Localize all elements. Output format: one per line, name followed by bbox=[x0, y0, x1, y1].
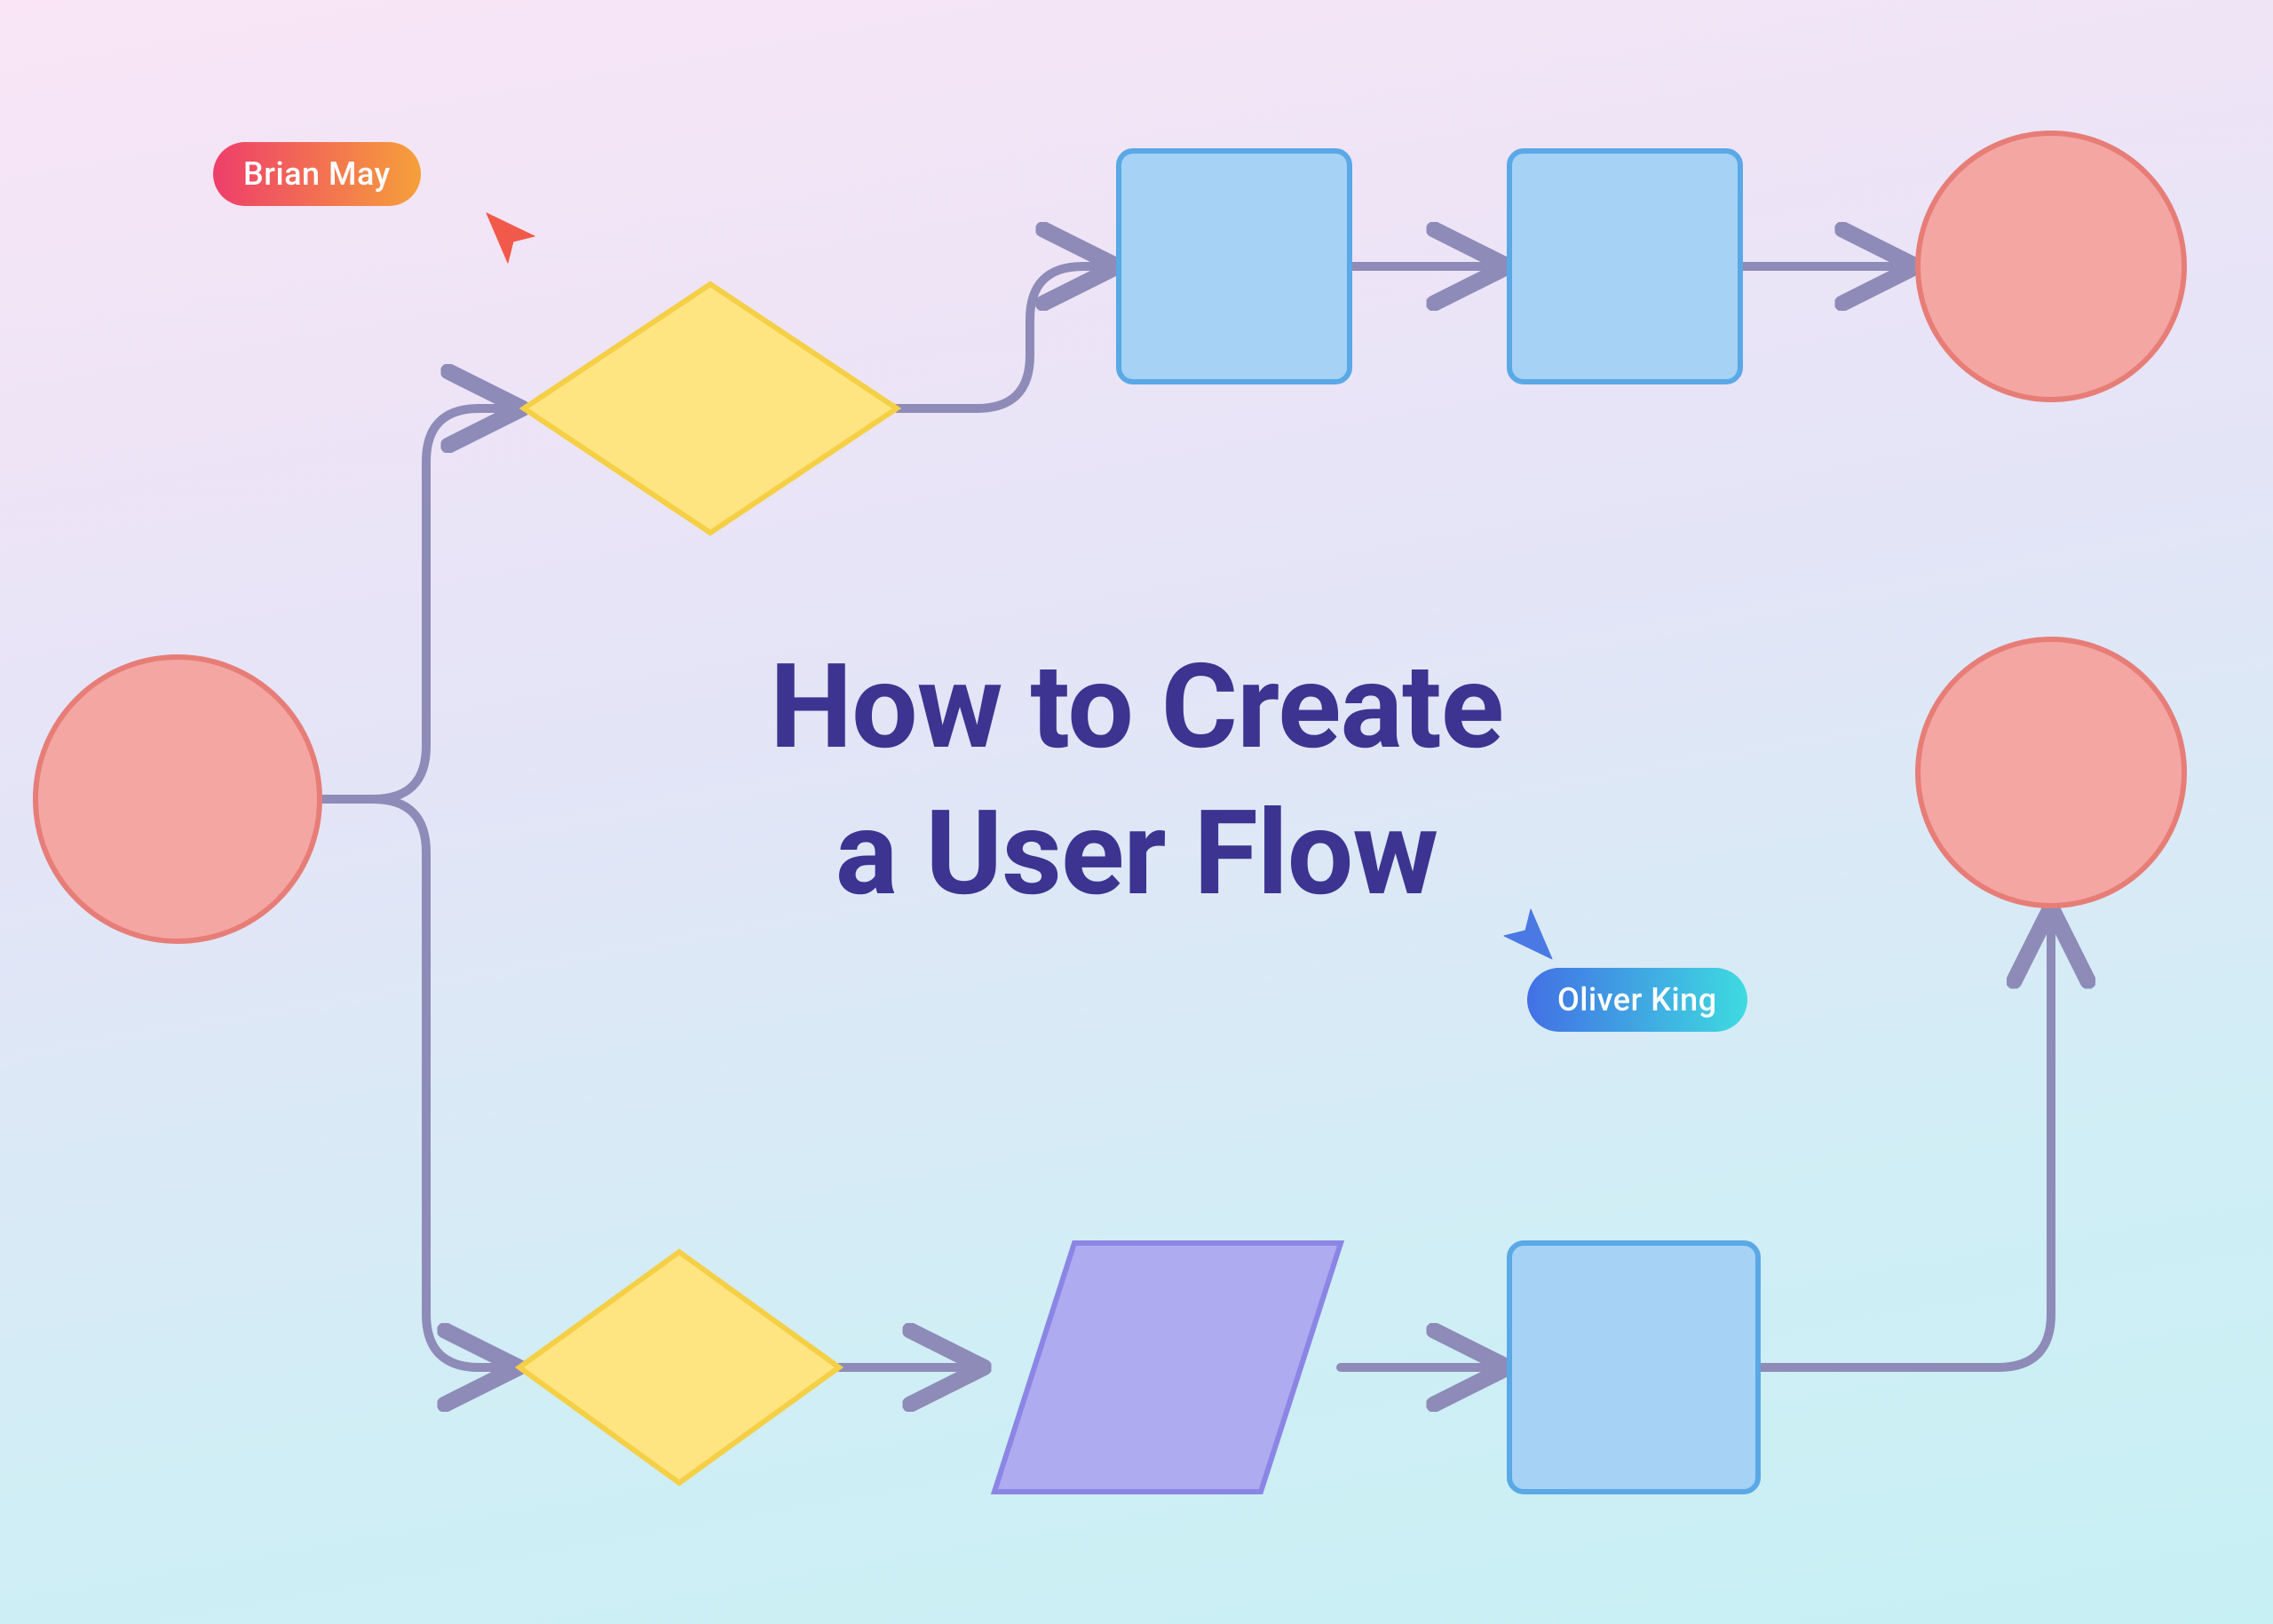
title-line-2: a User Flow bbox=[836, 786, 1438, 923]
end-circle-top[interactable] bbox=[1918, 133, 2184, 400]
decision-diamond-bottom[interactable] bbox=[519, 1252, 839, 1483]
process-square-bottom[interactable] bbox=[1509, 1243, 1758, 1492]
start-circle[interactable] bbox=[36, 657, 320, 941]
user-label-brian-text: Brian May bbox=[243, 155, 391, 193]
end-circle-mid[interactable] bbox=[1918, 639, 2184, 906]
diagram-canvas[interactable]: How to Create a User Flow Brian May Oliv… bbox=[0, 0, 2273, 1624]
edge-start-to-decision-top bbox=[320, 408, 515, 799]
diagram-title: How to Create a User Flow bbox=[770, 635, 1503, 928]
edge-decision-top-to-square1 bbox=[897, 266, 1110, 408]
user-label-brian[interactable]: Brian May bbox=[213, 142, 421, 206]
io-parallelogram-bottom[interactable] bbox=[994, 1243, 1341, 1492]
edge-square-bottom-to-end-mid bbox=[1758, 915, 2051, 1367]
process-square-top-2[interactable] bbox=[1509, 151, 1740, 382]
title-line-1: How to Create bbox=[770, 639, 1503, 776]
decision-diamond-top[interactable] bbox=[524, 284, 897, 533]
cursor-icon-oliver bbox=[1497, 904, 1559, 966]
edge-start-to-decision-bottom bbox=[320, 799, 511, 1367]
user-label-oliver[interactable]: Oliver King bbox=[1527, 968, 1747, 1032]
process-square-top-1[interactable] bbox=[1119, 151, 1350, 382]
cursor-icon-brian bbox=[479, 206, 542, 268]
user-label-oliver-text: Oliver King bbox=[1557, 981, 1717, 1018]
